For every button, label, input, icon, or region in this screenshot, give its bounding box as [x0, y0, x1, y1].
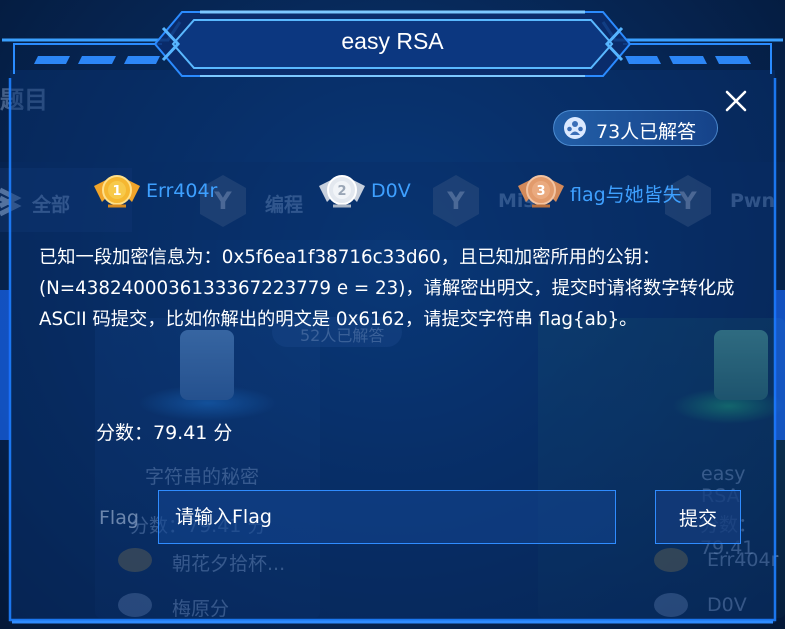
challenge-score: 分数：79.41 分 — [96, 422, 233, 444]
svg-text:2: 2 — [337, 184, 346, 199]
top-solver-2-name: D0V — [371, 180, 411, 202]
bronze-medal-icon: 3 — [518, 175, 564, 208]
screen: 题目 全部 编程 Misc Pwn 52人已解答 字符串的秘密 Flag 分数：… — [0, 0, 785, 629]
submit-button[interactable]: 提交 — [655, 490, 741, 544]
gold-medal-icon: 1 — [94, 175, 140, 208]
top-solver-1-name: Err404r — [146, 180, 218, 202]
solved-count-label: 73人已解答 — [596, 121, 697, 143]
svg-text:3: 3 — [536, 184, 545, 199]
challenge-description: 已知一段加密信息为：0x5f6ea1f38716c33d60，且已知加密所用的公… — [39, 247, 735, 330]
top-solver-3-name: flag与她皆失 — [570, 184, 682, 206]
svg-text:1: 1 — [112, 184, 121, 199]
modal-title: easy RSA — [341, 28, 444, 54]
team-icon — [564, 117, 586, 139]
silver-medal-icon: 2 — [319, 175, 365, 208]
flag-input[interactable] — [158, 490, 616, 544]
close-button[interactable] — [720, 85, 752, 117]
close-icon — [725, 90, 747, 112]
solved-count-badge: 73人已解答 — [553, 110, 718, 146]
